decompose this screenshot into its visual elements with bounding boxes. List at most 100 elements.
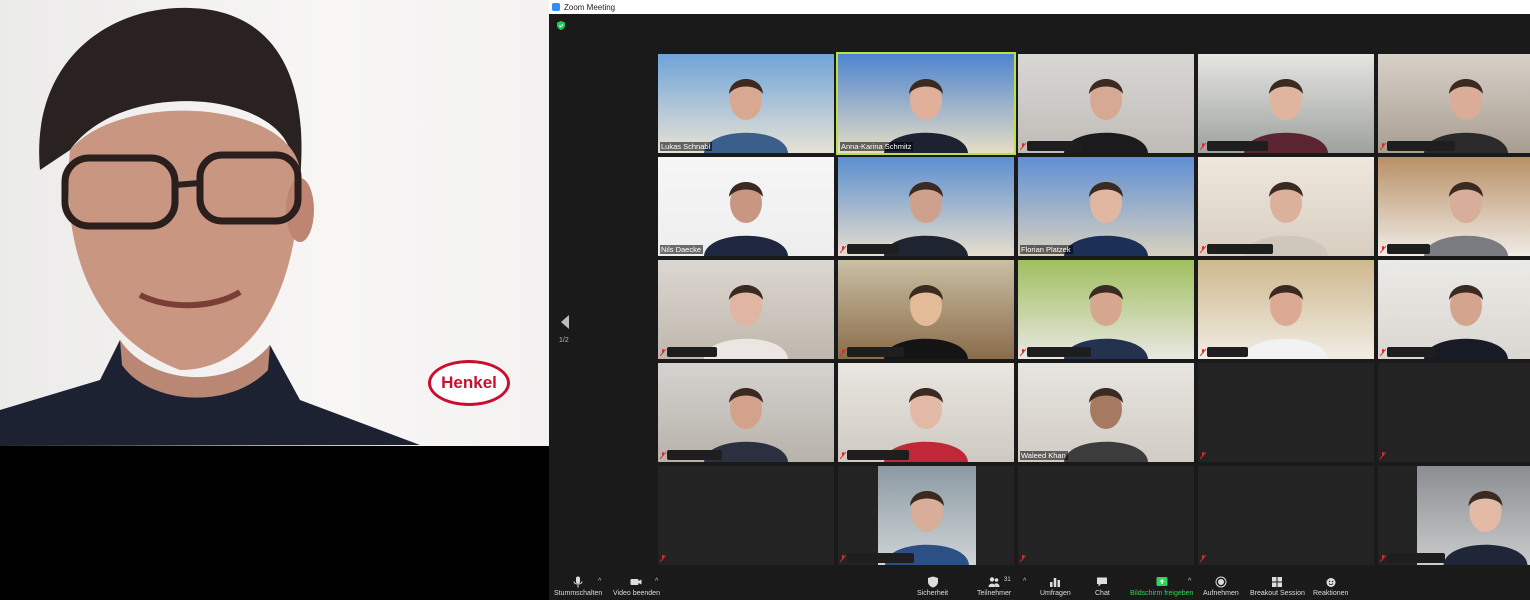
participant-tile[interactable] xyxy=(1018,260,1194,359)
mic-muted-icon xyxy=(1380,452,1386,459)
redacted-name xyxy=(1027,141,1081,151)
participant-name: Lukas Schnabl xyxy=(661,142,711,151)
participant-tile[interactable]: Lukas Schnabl xyxy=(658,54,834,153)
participant-tile[interactable] xyxy=(1378,466,1530,565)
mic-muted-icon xyxy=(1380,246,1386,253)
henkel-logo-text: Henkel xyxy=(441,373,497,392)
zoom-window: Zoom Meeting 1/2 Lukas Schnabl Anna-Karin… xyxy=(549,0,1530,600)
participant-video xyxy=(1198,54,1374,153)
mic-muted-icon xyxy=(660,452,666,459)
participant-tile[interactable]: Florian Platzek xyxy=(1018,157,1194,256)
window-title: Zoom Meeting xyxy=(564,2,616,12)
redacted-name xyxy=(667,347,717,357)
security-button[interactable]: Sicherheit xyxy=(917,576,948,597)
participant-name: Nils Daecke xyxy=(661,245,702,254)
chat-label: Chat xyxy=(1095,590,1110,597)
participant-tile[interactable] xyxy=(838,363,1014,462)
share-screen-icon xyxy=(1156,577,1168,586)
participant-tile[interactable] xyxy=(658,466,834,565)
participant-name: Anna-Karina Schmitz xyxy=(841,142,912,151)
participant-video xyxy=(658,260,834,359)
participant-video xyxy=(658,157,834,256)
meeting-toolbar: Stummschalten ^ Video beenden ^ Sicherhe… xyxy=(549,574,1530,600)
left-black-area xyxy=(0,446,549,600)
participant-tile[interactable] xyxy=(1378,260,1530,359)
mic-muted-icon xyxy=(660,555,666,562)
breakout-session-button[interactable]: Breakout Session xyxy=(1250,576,1305,597)
participant-video xyxy=(838,363,1014,462)
participants-label: Teilnehmer xyxy=(977,590,1012,597)
mic-muted-icon xyxy=(840,246,846,253)
henkel-logo: Henkel xyxy=(428,360,510,406)
reactions-button[interactable]: Reaktionen xyxy=(1313,576,1348,597)
redacted-name xyxy=(1207,244,1273,254)
video-options-caret[interactable]: ^ xyxy=(655,578,658,585)
participant-tile[interactable]: Nils Daecke xyxy=(658,157,834,256)
mic-muted-icon xyxy=(1200,452,1206,459)
chat-bubble-icon xyxy=(1097,577,1108,587)
participant-tile[interactable] xyxy=(658,363,834,462)
record-label: Aufnehmen xyxy=(1203,590,1239,597)
mic-muted-icon xyxy=(1020,555,1026,562)
mic-muted-icon xyxy=(1200,555,1206,562)
participant-name-label: Florian Platzek xyxy=(1020,245,1073,254)
participant-name-label: Lukas Schnabl xyxy=(660,142,713,151)
previous-page-icon[interactable] xyxy=(559,314,571,330)
participant-tile[interactable] xyxy=(1198,466,1374,565)
mute-label: Stummschalten xyxy=(554,590,603,597)
redacted-name xyxy=(1207,141,1268,151)
participant-tile[interactable] xyxy=(838,466,1014,565)
participant-video xyxy=(658,54,834,153)
redacted-name xyxy=(1387,553,1445,563)
participant-name: Waleed Khan xyxy=(1021,451,1066,460)
participant-tile[interactable] xyxy=(1198,363,1374,462)
mic-muted-icon xyxy=(1380,349,1386,356)
participant-tile[interactable] xyxy=(1198,54,1374,153)
share-options-caret[interactable]: ^ xyxy=(1188,578,1191,585)
record-button[interactable]: Aufnehmen xyxy=(1203,576,1239,597)
mic-muted-icon xyxy=(660,349,666,356)
polls-button[interactable]: Umfragen xyxy=(1040,576,1071,597)
participant-tile[interactable] xyxy=(1378,157,1530,256)
participant-tile[interactable] xyxy=(838,157,1014,256)
participant-video xyxy=(1018,54,1194,153)
participants-icon xyxy=(988,577,1000,587)
stop-video-button[interactable]: Video beenden xyxy=(613,576,660,597)
participant-video xyxy=(1198,157,1374,256)
participant-tile[interactable]: Waleed Khan xyxy=(1018,363,1194,462)
participant-tile[interactable]: Anna-Karina Schmitz xyxy=(836,52,1016,155)
mute-options-caret[interactable]: ^ xyxy=(598,578,601,585)
participant-tile[interactable] xyxy=(658,260,834,359)
participant-tile[interactable] xyxy=(1018,54,1194,153)
participant-tile[interactable] xyxy=(1378,54,1530,153)
chat-button[interactable]: Chat xyxy=(1095,576,1110,597)
redacted-name xyxy=(847,450,909,460)
title-bar: Zoom Meeting xyxy=(549,0,1530,14)
participant-tile[interactable] xyxy=(1018,466,1194,565)
breakout-label: Breakout Session xyxy=(1250,590,1305,597)
redacted-name xyxy=(847,347,904,357)
participant-name-label: Anna-Karina Schmitz xyxy=(840,142,914,151)
participant-tile[interactable] xyxy=(1198,157,1374,256)
redacted-name xyxy=(1387,141,1455,151)
mic-muted-icon xyxy=(1020,349,1026,356)
participant-tile[interactable] xyxy=(838,260,1014,359)
participant-name-label: Nils Daecke xyxy=(660,245,704,254)
redacted-name xyxy=(1027,347,1091,357)
mic-muted-icon xyxy=(1200,349,1206,356)
mute-button[interactable]: Stummschalten xyxy=(554,576,602,597)
page-indicator: 1/2 xyxy=(559,337,569,344)
participant-name: Florian Platzek xyxy=(1021,245,1071,254)
participant-video xyxy=(658,363,834,462)
reactions-emoji-icon xyxy=(1326,578,1336,587)
participant-video xyxy=(878,466,976,565)
participants-options-caret[interactable]: ^ xyxy=(1023,578,1026,585)
share-screen-button[interactable]: Bildschirm freigeben xyxy=(1130,576,1193,597)
microphone-icon xyxy=(573,576,583,588)
participant-tile[interactable] xyxy=(1378,363,1530,462)
participant-tile[interactable] xyxy=(1198,260,1374,359)
encryption-shield-icon[interactable] xyxy=(557,21,565,30)
participant-video xyxy=(1018,157,1194,256)
speaker-video: Henkel xyxy=(0,0,549,446)
participants-count: 31 xyxy=(1004,577,1011,583)
